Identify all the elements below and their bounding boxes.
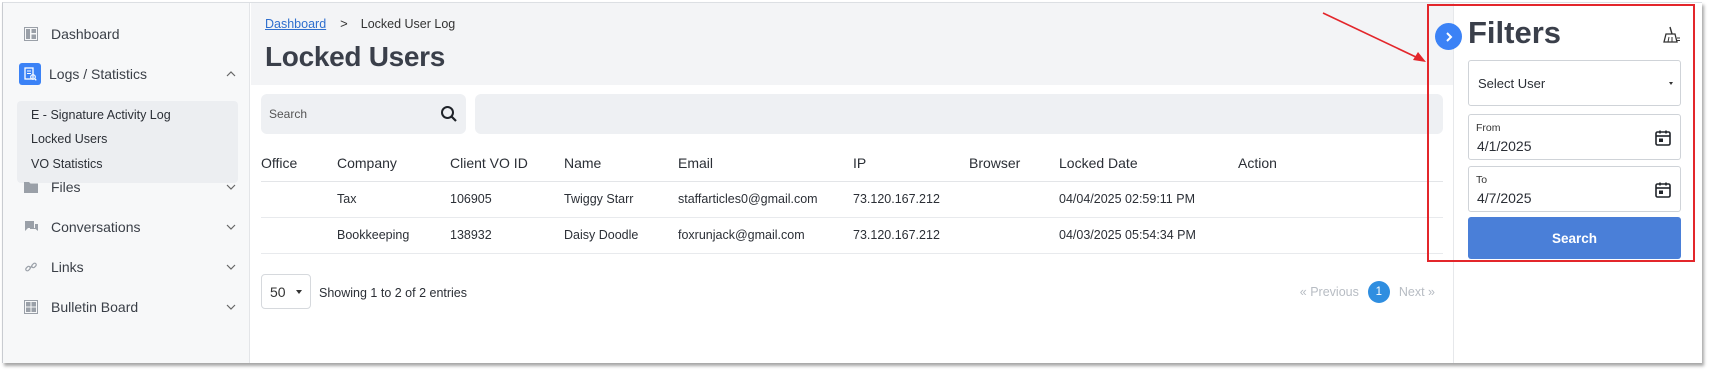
sidebar-item-bulletin-board[interactable]: Bulletin Board xyxy=(13,290,238,324)
column-header[interactable]: Company xyxy=(337,146,450,182)
page-number-button[interactable]: 1 xyxy=(1367,281,1390,303)
cell-company: Bookkeeping xyxy=(337,217,450,254)
column-header[interactable]: Locked Date xyxy=(1059,146,1238,182)
table-row: Bookkeeping 138932 Daisy Doodle foxrunja… xyxy=(261,217,1443,254)
sidebar: Dashboard Logs / Statistics E - Signatur… xyxy=(3,3,250,363)
column-header[interactable]: Office xyxy=(261,146,337,182)
column-header[interactable]: Browser xyxy=(969,146,1059,182)
chevron-down-icon xyxy=(224,300,238,314)
from-date-value: 4/1/2025 xyxy=(1477,138,1532,154)
page-size-select[interactable]: 50 xyxy=(261,274,311,309)
pagination: « Previous 1 Next » xyxy=(1300,281,1435,303)
cell-office xyxy=(261,217,337,254)
breadcrumb-current: Locked User Log xyxy=(360,16,456,31)
cell-browser xyxy=(969,181,1059,218)
caret-down-icon xyxy=(296,290,302,294)
sidebar-item-files[interactable]: Files xyxy=(13,170,238,204)
sidebar-item-links[interactable]: Links xyxy=(13,250,238,284)
sidebar-item-logs-statistics[interactable]: Logs / Statistics xyxy=(13,57,238,91)
column-header[interactable]: Client VO ID xyxy=(450,146,564,182)
cell-client-vo-id: 106905 xyxy=(450,181,564,218)
chevron-down-icon xyxy=(224,260,238,274)
cell-browser xyxy=(969,217,1059,254)
column-header[interactable]: Name xyxy=(564,146,678,182)
page-header: Dashboard > Locked User Log Locked Users xyxy=(251,3,1453,85)
chevron-up-icon xyxy=(224,67,238,81)
locked-users-table: Office Company Client VO ID Name Email I… xyxy=(261,146,1443,254)
cell-action xyxy=(1238,181,1443,218)
breadcrumb-dashboard-link[interactable]: Dashboard xyxy=(265,17,326,31)
calendar-icon[interactable] xyxy=(1654,181,1672,199)
cell-office xyxy=(261,181,337,218)
from-date-field[interactable]: From 4/1/2025 xyxy=(1468,114,1681,160)
app-window: Dashboard Logs / Statistics E - Signatur… xyxy=(2,2,1702,363)
search-input[interactable] xyxy=(261,107,426,121)
next-page-link[interactable]: Next » xyxy=(1399,285,1435,299)
to-date-field[interactable]: To 4/7/2025 xyxy=(1468,166,1681,212)
sidebar-item-label: Links xyxy=(51,259,84,275)
sidebar-item-label: Files xyxy=(51,179,81,195)
sidebar-item-dashboard[interactable]: Dashboard xyxy=(13,17,238,51)
submenu-item-vo-statistics[interactable]: VO Statistics xyxy=(31,157,103,171)
cell-locked-date: 04/04/2025 02:59:11 PM xyxy=(1059,181,1238,218)
cell-ip: 73.120.167.212 xyxy=(853,217,969,254)
column-header: Action xyxy=(1238,146,1443,182)
sidebar-item-label: Conversations xyxy=(51,219,141,235)
toolbar-bar xyxy=(475,94,1443,134)
cell-locked-date: 04/03/2025 05:54:34 PM xyxy=(1059,217,1238,254)
main-content: Dashboard > Locked User Log Locked Users… xyxy=(251,3,1453,363)
cell-action xyxy=(1238,217,1443,254)
sidebar-item-conversations[interactable]: Conversations xyxy=(13,210,238,244)
clear-filters-broom-icon[interactable] xyxy=(1661,25,1681,45)
search-icon[interactable] xyxy=(440,105,458,123)
chevron-down-icon xyxy=(224,180,238,194)
dashboard-icon xyxy=(23,26,39,42)
cell-email: foxrunjack@gmail.com xyxy=(678,217,853,254)
cell-email: staffarticles0@gmail.com xyxy=(678,181,853,218)
page-size-value: 50 xyxy=(270,283,286,300)
filters-panel: Filters Select User From 4/1/2025 To 4/7… xyxy=(1435,3,1702,363)
table-header-row: Office Company Client VO ID Name Email I… xyxy=(261,146,1443,182)
search-box xyxy=(261,94,466,134)
filters-search-button[interactable]: Search xyxy=(1468,217,1681,259)
cell-name: Twiggy Starr xyxy=(564,181,678,218)
chat-icon xyxy=(23,219,39,235)
filters-title: Filters xyxy=(1468,15,1562,50)
entries-info: Showing 1 to 2 of 2 entries xyxy=(319,286,468,300)
collapse-filters-button[interactable] xyxy=(1435,23,1462,50)
table-row: Tax 106905 Twiggy Starr staffarticles0@g… xyxy=(261,181,1443,218)
to-date-value: 4/7/2025 xyxy=(1477,190,1532,206)
column-header[interactable]: Email xyxy=(678,146,853,182)
submenu-item-locked-users[interactable]: Locked Users xyxy=(31,132,107,146)
column-header[interactable]: IP xyxy=(853,146,969,182)
submenu-item-e-signature[interactable]: E - Signature Activity Log xyxy=(31,108,171,122)
sidebar-item-label: Bulletin Board xyxy=(51,299,139,315)
sidebar-item-label: Dashboard xyxy=(51,26,120,42)
to-date-label: To xyxy=(1476,174,1488,186)
breadcrumb: Dashboard > Locked User Log xyxy=(265,16,455,31)
sidebar-item-label: Logs / Statistics xyxy=(49,66,148,82)
breadcrumb-separator: > xyxy=(340,16,348,31)
chevron-right-icon xyxy=(1445,31,1452,42)
page-title: Locked Users xyxy=(265,41,446,72)
cell-client-vo-id: 138932 xyxy=(450,217,564,254)
logs-statistics-icon xyxy=(19,63,41,85)
cell-ip: 73.120.167.212 xyxy=(853,181,969,218)
from-date-label: From xyxy=(1476,122,1501,134)
previous-page-link[interactable]: « Previous xyxy=(1300,285,1359,299)
caret-down-icon xyxy=(1669,82,1673,85)
select-user-value: Select User xyxy=(1478,75,1546,91)
calendar-icon[interactable] xyxy=(1654,129,1672,147)
bulletin-board-icon xyxy=(23,299,39,315)
cell-company: Tax xyxy=(337,181,450,218)
chevron-down-icon xyxy=(224,220,238,234)
select-user-dropdown[interactable]: Select User xyxy=(1468,60,1681,106)
cell-name: Daisy Doodle xyxy=(564,217,678,254)
link-icon xyxy=(23,259,39,275)
folder-icon xyxy=(23,179,39,195)
